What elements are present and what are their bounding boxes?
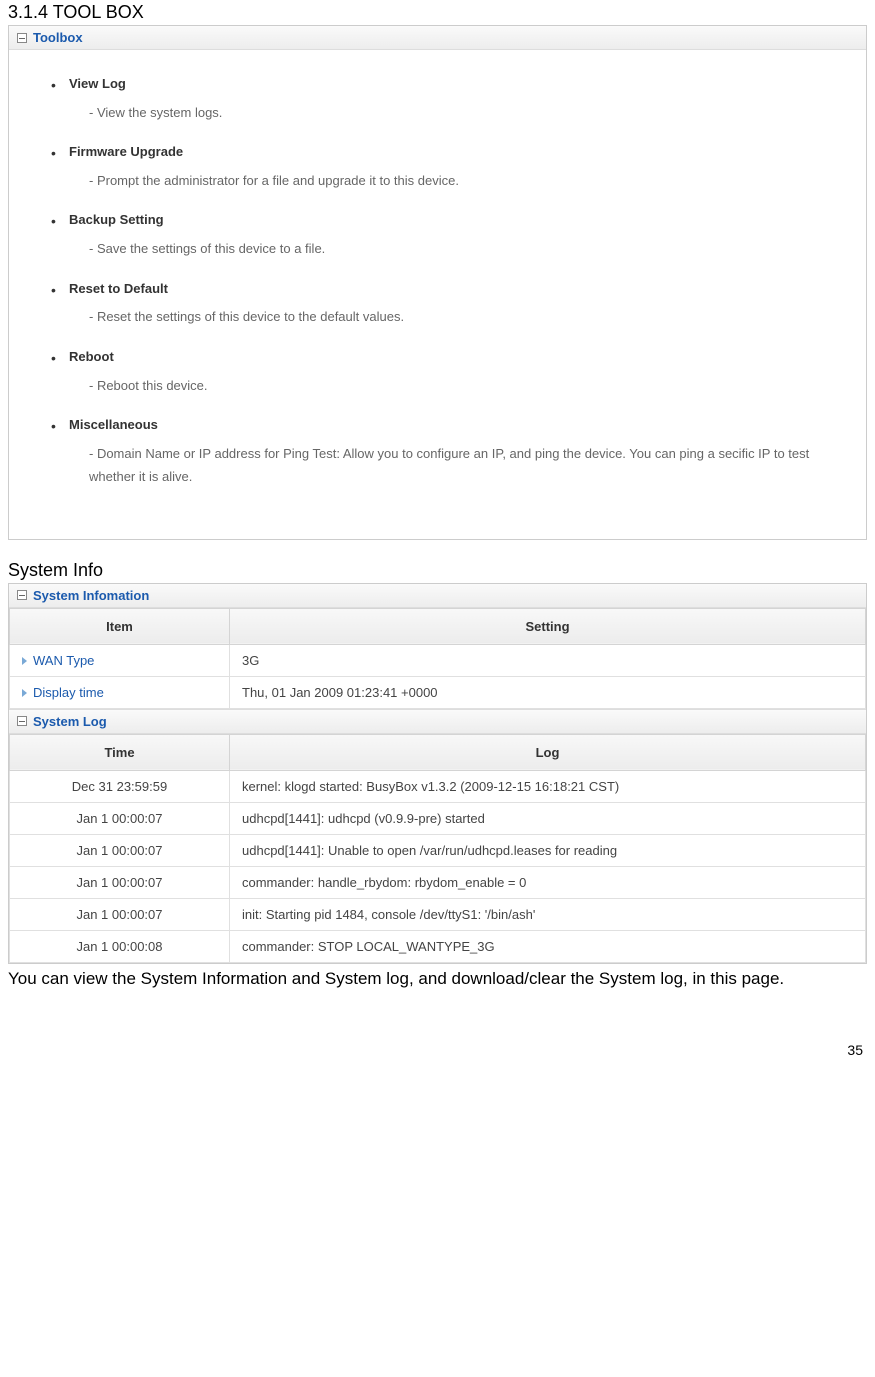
toolbox-panel-header[interactable]: Toolbox — [9, 26, 866, 50]
syslog-time: Jan 1 00:00:07 — [10, 834, 230, 866]
toolbox-item-title[interactable]: Reset to Default — [69, 279, 826, 300]
syslog-message: init: Starting pid 1484, console /dev/tt… — [230, 898, 866, 930]
syslog-message: kernel: klogd started: BusyBox v1.3.2 (2… — [230, 770, 866, 802]
system-log-panel-title: System Log — [33, 714, 107, 729]
table-row: Jan 1 00:00:07 udhcpd[1441]: udhcpd (v0.… — [10, 802, 866, 834]
toolbox-item-desc: - Prompt the administrator for a file an… — [69, 169, 826, 192]
syslog-col-log: Log — [230, 734, 866, 770]
section-heading-toolbox: 3.1.4 TOOL BOX — [0, 0, 875, 25]
toolbox-item-desc: - Save the settings of this device to a … — [69, 237, 826, 260]
table-row: Jan 1 00:00:08 commander: STOP LOCAL_WAN… — [10, 930, 866, 962]
syslog-message: udhcpd[1441]: Unable to open /var/run/ud… — [230, 834, 866, 866]
system-info-panel-title: System Infomation — [33, 588, 149, 603]
sysinfo-value-display-time: Thu, 01 Jan 2009 01:23:41 +0000 — [230, 676, 866, 708]
toolbox-item-desc: - View the system logs. — [69, 101, 826, 124]
system-info-panel-header[interactable]: System Infomation — [9, 584, 866, 608]
syslog-time: Dec 31 23:59:59 — [10, 770, 230, 802]
sysinfo-label-text: Display time — [33, 685, 104, 700]
syslog-time: Jan 1 00:00:08 — [10, 930, 230, 962]
syslog-time: Jan 1 00:00:07 — [10, 802, 230, 834]
system-info-panel: System Infomation Item Setting WAN Type … — [8, 583, 867, 964]
toolbox-item-desc: - Reset the settings of this device to t… — [69, 305, 826, 328]
toolbox-item-title[interactable]: View Log — [69, 74, 826, 95]
page-number: 35 — [0, 1002, 875, 1066]
system-info-table: Item Setting WAN Type 3G Display time Th… — [9, 608, 866, 709]
collapse-icon — [17, 590, 27, 600]
table-row: WAN Type 3G — [10, 644, 866, 676]
toolbox-item-title[interactable]: Backup Setting — [69, 210, 826, 231]
collapse-icon — [17, 716, 27, 726]
sysinfo-label-display-time: Display time — [10, 676, 230, 708]
page-note: You can view the System Information and … — [0, 964, 875, 1003]
table-row: Jan 1 00:00:07 udhcpd[1441]: Unable to o… — [10, 834, 866, 866]
table-row: Jan 1 00:00:07 commander: handle_rbydom:… — [10, 866, 866, 898]
system-log-table: Time Log Dec 31 23:59:59 kernel: klogd s… — [9, 734, 866, 963]
syslog-message: udhcpd[1441]: udhcpd (v0.9.9-pre) starte… — [230, 802, 866, 834]
toolbox-item-reboot: Reboot - Reboot this device. — [69, 347, 826, 397]
table-row: Dec 31 23:59:59 kernel: klogd started: B… — [10, 770, 866, 802]
syslog-col-time: Time — [10, 734, 230, 770]
syslog-time: Jan 1 00:00:07 — [10, 866, 230, 898]
arrow-icon — [22, 689, 27, 697]
syslog-time: Jan 1 00:00:07 — [10, 898, 230, 930]
toolbox-item-backup-setting: Backup Setting - Save the settings of th… — [69, 210, 826, 260]
toolbox-item-view-log: View Log - View the system logs. — [69, 74, 826, 124]
toolbox-panel: Toolbox View Log - View the system logs.… — [8, 25, 867, 540]
toolbox-list: View Log - View the system logs. Firmwar… — [69, 74, 826, 489]
toolbox-item-desc: - Reboot this device. — [69, 374, 826, 397]
toolbox-panel-title: Toolbox — [33, 30, 83, 45]
syslog-message: commander: handle_rbydom: rbydom_enable … — [230, 866, 866, 898]
sysinfo-label-text: WAN Type — [33, 653, 94, 668]
toolbox-item-desc: - Domain Name or IP address for Ping Tes… — [69, 442, 826, 489]
sysinfo-label-wan-type: WAN Type — [10, 644, 230, 676]
toolbox-item-title[interactable]: Miscellaneous — [69, 415, 826, 436]
toolbox-item-reset-default: Reset to Default - Reset the settings of… — [69, 279, 826, 329]
toolbox-item-firmware-upgrade: Firmware Upgrade - Prompt the administra… — [69, 142, 826, 192]
system-log-panel-header[interactable]: System Log — [9, 709, 866, 734]
sysinfo-value-wan-type: 3G — [230, 644, 866, 676]
toolbox-item-miscellaneous: Miscellaneous - Domain Name or IP addres… — [69, 415, 826, 489]
table-row: Jan 1 00:00:07 init: Starting pid 1484, … — [10, 898, 866, 930]
table-row: Display time Thu, 01 Jan 2009 01:23:41 +… — [10, 676, 866, 708]
section-heading-system-info: System Info — [0, 558, 875, 583]
collapse-icon — [17, 33, 27, 43]
arrow-icon — [22, 657, 27, 665]
sysinfo-col-item: Item — [10, 608, 230, 644]
syslog-message: commander: STOP LOCAL_WANTYPE_3G — [230, 930, 866, 962]
toolbox-content: View Log - View the system logs. Firmwar… — [9, 50, 866, 539]
sysinfo-col-setting: Setting — [230, 608, 866, 644]
toolbox-item-title[interactable]: Reboot — [69, 347, 826, 368]
toolbox-item-title[interactable]: Firmware Upgrade — [69, 142, 826, 163]
